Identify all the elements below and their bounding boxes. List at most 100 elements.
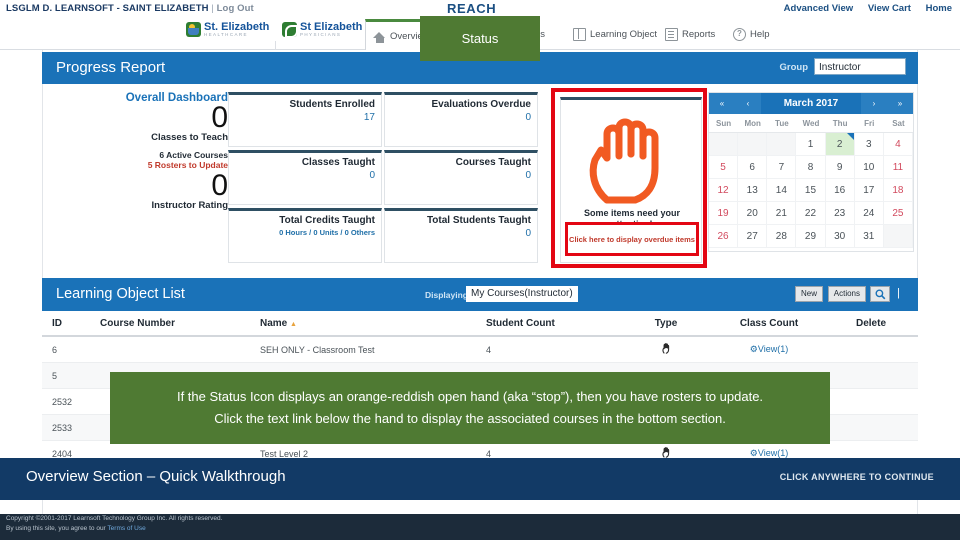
calendar-day-21[interactable]: 21 (767, 202, 797, 225)
status-tile[interactable]: Some items need your attention! Click he… (560, 97, 702, 263)
walkthrough-title: Overview Section – Quick Walkthrough (26, 468, 286, 485)
nav-label-learning-object: Learning Object (590, 29, 658, 40)
calendar-day-22[interactable]: 22 (796, 202, 826, 225)
callout-hand-line2: Click the text link below the hand to di… (214, 411, 726, 426)
displaying-filter-select[interactable]: My Courses(Instructor) (466, 286, 578, 302)
column-student-count[interactable]: Student Count (486, 318, 618, 329)
calendar-day-31[interactable]: 31 (854, 225, 884, 248)
separator: | (211, 3, 214, 14)
advanced-view-link[interactable]: Advanced View (784, 3, 854, 14)
logout-link[interactable]: Log Out (217, 3, 254, 14)
calendar-next-year-button[interactable]: » (887, 93, 913, 114)
calendar-day-14[interactable]: 14 (767, 179, 797, 202)
calendar-widget: « ‹ March 2017 › » Sun Mon Tue Wed Thu F… (708, 92, 914, 252)
calendar-day-25[interactable]: 25 (883, 202, 913, 225)
calendar-day-24[interactable]: 24 (854, 202, 884, 225)
home-link[interactable]: Home (926, 3, 952, 14)
view-cart-link[interactable]: View Cart (868, 3, 911, 14)
callout-hand-explanation: If the Status Icon displays an orange-re… (110, 372, 830, 444)
calendar-day-23[interactable]: 23 (825, 202, 855, 225)
cell-name[interactable]: SEH ONLY - Classroom Test (260, 345, 486, 355)
top-right-links: Advanced View View Cart Home (772, 3, 952, 14)
cell-class-count[interactable]: ⚙View(1) (714, 344, 824, 355)
calendar-prev-year-button[interactable]: « (709, 93, 735, 114)
calendar-day-28[interactable]: 28 (767, 225, 797, 248)
callout-status: Status (420, 16, 540, 61)
new-button[interactable]: New (794, 286, 823, 302)
calendar-prev-month-button[interactable]: ‹ (735, 93, 761, 114)
column-course-number[interactable]: Course Number (100, 318, 260, 329)
walkthrough-bottom-bar[interactable]: Overview Section – Quick Walkthrough CLI… (0, 458, 960, 500)
cell-id: 2404 (52, 448, 73, 459)
dow-sun: Sun (716, 119, 732, 128)
rosters-to-update-text[interactable]: 5 Rosters to Update (60, 160, 228, 170)
column-name[interactable]: Name ▲ (260, 318, 486, 329)
calendar-week-row: 26 27 28 29 30 31 (709, 225, 913, 248)
column-id[interactable]: ID (42, 318, 100, 329)
dow-thu: Thu (832, 119, 848, 128)
calendar-day-4[interactable]: 4 (883, 133, 913, 156)
table-row[interactable]: 6 SEH ONLY - Classroom Test 4 ⚙View(1) (42, 337, 918, 363)
calendar-day-1[interactable]: 1 (796, 133, 826, 156)
calendar-day-7[interactable]: 7 (767, 156, 797, 179)
terms-of-use-link[interactable]: Terms of Use (107, 525, 145, 532)
actions-button[interactable]: Actions (827, 286, 866, 302)
column-delete[interactable]: Delete (824, 318, 918, 329)
nav-item-reports[interactable]: Reports (665, 22, 715, 47)
calendar-day-18[interactable]: 18 (883, 179, 913, 202)
open-hand-stop-icon (577, 108, 687, 213)
cell-name[interactable]: Test Level 2 (260, 449, 486, 459)
calendar-day-of-week-row: Sun Mon Tue Wed Thu Fri Sat (709, 114, 913, 133)
calendar-day-12[interactable]: 12 (709, 179, 739, 202)
overall-dashboard: Overall Dashboard 0 Classes to Teach 6 A… (60, 92, 228, 252)
calendar-day-8[interactable]: 8 (796, 156, 826, 179)
calendar-day-26[interactable]: 26 (709, 225, 739, 248)
calendar-day-16[interactable]: 16 (825, 179, 855, 202)
stat-tile-students-enrolled: Students Enrolled 17 (228, 92, 382, 147)
stat-value: 0 (525, 112, 531, 123)
cell-type (618, 343, 714, 356)
stat-tile-total-students-taught: Total Students Taught 0 (384, 208, 538, 263)
view-classes-link[interactable]: ⚙View(1) (750, 448, 788, 458)
calendar-day-3[interactable]: 3 (854, 133, 884, 156)
dow-mon: Mon (744, 119, 761, 128)
search-button[interactable] (870, 286, 890, 302)
calendar-empty-cell (883, 225, 913, 248)
stat-sub: 0 Hours / 0 Units / 0 Others (279, 228, 375, 237)
stat-label: Students Enrolled (289, 99, 375, 110)
cell-student-count: 4 (486, 344, 492, 355)
calendar-day-10[interactable]: 10 (854, 156, 884, 179)
calendar-day-15[interactable]: 15 (796, 179, 826, 202)
calendar-day-11[interactable]: 11 (883, 156, 913, 179)
callout-hand-line1: If the Status Icon displays an orange-re… (176, 389, 764, 404)
stat-value: 0 (525, 170, 531, 181)
calendar-day-2[interactable]: 2 (825, 133, 855, 156)
nav-item-learning-object[interactable]: Learning Object (573, 22, 657, 47)
calendar-day-19[interactable]: 19 (709, 202, 739, 225)
stat-tile-evaluations-overdue: Evaluations Overdue 0 (384, 92, 538, 147)
calendar-title[interactable]: March 2017 (761, 93, 861, 114)
calendar-day-29[interactable]: 29 (796, 225, 826, 248)
calendar-day-17[interactable]: 17 (854, 179, 884, 202)
overdue-items-link[interactable]: Click here to display overdue items (569, 235, 695, 244)
calendar-day-6[interactable]: 6 (738, 156, 768, 179)
calendar-day-9[interactable]: 9 (825, 156, 855, 179)
active-courses-text: 6 Active Courses (159, 150, 228, 160)
group-select[interactable]: Instructor (814, 58, 906, 75)
calendar-day-27[interactable]: 27 (738, 225, 768, 248)
calendar-empty-cell (738, 133, 768, 156)
calendar-day-30[interactable]: 30 (825, 225, 855, 248)
learning-object-list-title: Learning Object List (56, 286, 185, 302)
page-title: Progress Report (56, 59, 166, 76)
view-classes-link[interactable]: ⚙View(1) (750, 344, 788, 354)
calendar-day-20[interactable]: 20 (738, 202, 768, 225)
user-name: LSGLM D. LEARNSOFT - SAINT ELIZABETH (6, 3, 209, 14)
status-hand-icon (661, 447, 669, 458)
calendar-day-13[interactable]: 13 (738, 179, 768, 202)
calendar-next-month-button[interactable]: › (861, 93, 887, 114)
column-type[interactable]: Type (618, 318, 714, 329)
sort-ascending-icon: ▲ (290, 320, 297, 328)
nav-item-help[interactable]: ? Help (733, 22, 770, 47)
column-class-count[interactable]: Class Count (714, 318, 824, 329)
calendar-day-5[interactable]: 5 (709, 156, 739, 179)
